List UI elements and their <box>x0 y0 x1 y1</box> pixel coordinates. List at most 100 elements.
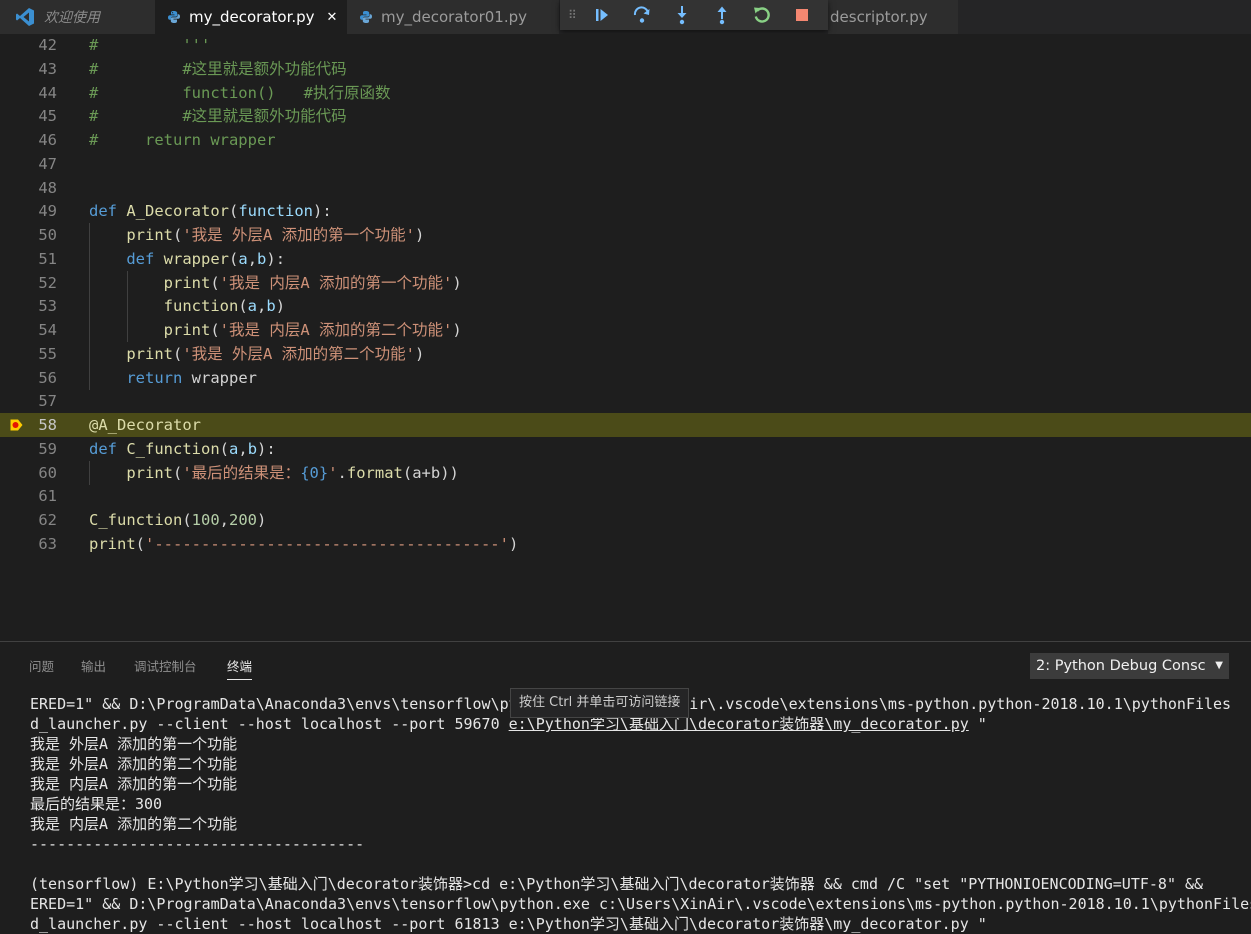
code-token: ): <box>313 202 332 221</box>
line-number: 47 <box>38 154 57 173</box>
code-token: ( <box>229 202 239 221</box>
line-number: 54 <box>38 321 57 339</box>
line-number: 48 <box>38 178 57 197</box>
code-token: ( <box>173 463 183 482</box>
terminal-line: ------------------------------------- <box>30 835 365 853</box>
code-line[interactable]: 59 def C_function(a,b): <box>0 437 1251 461</box>
code-token: ' <box>328 463 338 482</box>
code-editor[interactable]: 42 # ''' 43 # #这里就是额外功能代码 44 # function() #执行… <box>0 34 1251 640</box>
terminal-select[interactable]: 2: Python Debug Consc ▼ <box>1030 653 1229 679</box>
code-token: A_Decorator <box>126 202 229 221</box>
tab-my-decorator[interactable]: my_decorator.py ✕ <box>155 0 347 34</box>
code-token: , <box>238 439 248 458</box>
line-number: 49 <box>38 202 57 221</box>
code-line[interactable]: 55 print('我是 外层A 添加的第二个功能') <box>0 341 1251 366</box>
line-number: 59 <box>38 439 57 458</box>
tab-label: my_decorator01.py <box>381 8 528 26</box>
code-line[interactable]: 60 print('最后的结果是：{0}'.format(a+b)) <box>0 460 1251 485</box>
restart-icon[interactable] <box>742 1 782 29</box>
code-line[interactable]: 61 <box>0 484 1251 508</box>
terminal-output[interactable]: ERED=1" && D:\ProgramData\Anaconda3\envs… <box>30 694 1251 934</box>
step-over-icon[interactable] <box>622 1 662 29</box>
tab-my-decorator01[interactable]: my_decorator01.py <box>347 0 559 34</box>
tab-welcome[interactable]: 欢迎使用 <box>0 0 155 34</box>
code-token: b <box>266 297 276 316</box>
debug-toolbar: ⠿ <box>560 0 828 30</box>
tab-descriptor[interactable]: descriptor.py <box>828 0 958 34</box>
code-line[interactable]: 54 print('我是 内层A 添加的第二个功能') <box>0 318 1251 342</box>
code-line[interactable]: 52 print('我是 内层A 添加的第一个功能') <box>0 270 1251 295</box>
code-token: wrapper <box>182 368 257 387</box>
code-token: def <box>89 439 117 458</box>
line-number: 53 <box>38 297 57 316</box>
code-text: print('我是 内层A 添加的第一个功能') <box>89 271 462 295</box>
code-line[interactable]: 47 <box>0 152 1251 176</box>
code-line[interactable]: 42 # ''' <box>0 33 1251 57</box>
drag-grip-icon[interactable]: ⠿ <box>568 8 582 22</box>
code-line[interactable]: 56 return wrapper <box>0 365 1251 390</box>
line-number: 45 <box>38 107 57 126</box>
code-line[interactable]: 51 def wrapper(a,b): <box>0 246 1251 271</box>
code-line[interactable]: 62 C_function(100,200) <box>0 508 1251 532</box>
code-token: ( <box>135 534 146 553</box>
code-token: a <box>229 439 239 458</box>
code-token: # #这里就是额外功能代码 <box>89 59 347 78</box>
code-token: # function() #执行原函数 <box>89 83 391 102</box>
tab-problems[interactable]: 问题 <box>29 656 54 679</box>
code-line[interactable]: 63 print('-------------------------------… <box>0 532 1251 556</box>
code-text: # ''' <box>89 33 210 57</box>
code-line[interactable]: 57 <box>0 389 1251 413</box>
line-number: 57 <box>38 392 57 411</box>
code-line[interactable]: 49 def A_Decorator(function): <box>0 199 1251 223</box>
code-line[interactable]: 53 function(a,b) <box>0 294 1251 319</box>
code-line[interactable]: 43 # #这里就是额外功能代码 <box>0 57 1251 81</box>
code-line[interactable]: 45 # #这里就是额外功能代码 <box>0 104 1251 128</box>
code-text: @A_Decorator <box>89 413 201 437</box>
code-token: . <box>337 463 347 482</box>
line-number: 46 <box>38 131 57 149</box>
terminal-line: 我是 外层A 添加的第一个功能 <box>30 735 238 753</box>
code-token: b <box>247 439 258 458</box>
line-number: 43 <box>38 59 57 78</box>
terminal-line: d_launcher.py --client --host localhost … <box>30 915 987 933</box>
step-out-icon[interactable] <box>702 1 742 29</box>
code-token: , <box>257 297 267 316</box>
code-text: print('最后的结果是：{0}'.format(a+b)) <box>89 461 459 485</box>
code-line[interactable]: 46 # return wrapper <box>0 128 1251 152</box>
terminal-select-value: 2: Python Debug Consc <box>1036 658 1206 674</box>
code-token: def <box>126 249 155 268</box>
tab-welcome-label: 欢迎使用 <box>44 10 100 26</box>
link-tooltip: 按住 Ctrl 并单击可访问链接 <box>510 688 690 718</box>
code-text: # #这里就是额外功能代码 <box>89 104 347 128</box>
stop-icon[interactable] <box>782 1 822 29</box>
code-token: '我是 内层A 添加的第一个功能' <box>219 273 453 292</box>
code-token: ) <box>452 321 462 339</box>
code-token: C_function <box>126 439 220 458</box>
code-line[interactable]: 48 <box>0 176 1251 200</box>
line-number: 51 <box>38 249 57 268</box>
terminal-text: " <box>968 715 987 733</box>
code-token: ( <box>210 321 220 339</box>
code-token: print <box>126 344 173 363</box>
step-into-icon[interactable] <box>662 1 702 29</box>
tab-debug-console[interactable]: 调试控制台 <box>134 656 197 679</box>
code-text: # #这里就是额外功能代码 <box>89 57 347 81</box>
code-token: # #这里就是额外功能代码 <box>89 107 347 126</box>
code-line[interactable]: 50 print('我是 外层A 添加的第一个功能') <box>0 223 1251 247</box>
tab-label: descriptor.py <box>830 8 928 26</box>
tab-terminal[interactable]: 终端 <box>227 656 253 680</box>
code-line[interactable]: 44 # function() #执行原函数 <box>0 81 1251 105</box>
code-line-current[interactable]: 58 @A_Decorator <box>0 413 1251 437</box>
code-text: print('---------------------------------… <box>89 532 518 556</box>
close-icon[interactable]: ✕ <box>327 10 338 25</box>
continue-icon[interactable] <box>582 1 622 29</box>
line-number: 56 <box>38 368 57 387</box>
line-number: 55 <box>38 344 57 363</box>
tab-output[interactable]: 输出 <box>81 656 106 679</box>
code-token: '我是 内层A 添加的第二个功能' <box>219 321 453 339</box>
code-token: # ''' <box>89 36 211 54</box>
